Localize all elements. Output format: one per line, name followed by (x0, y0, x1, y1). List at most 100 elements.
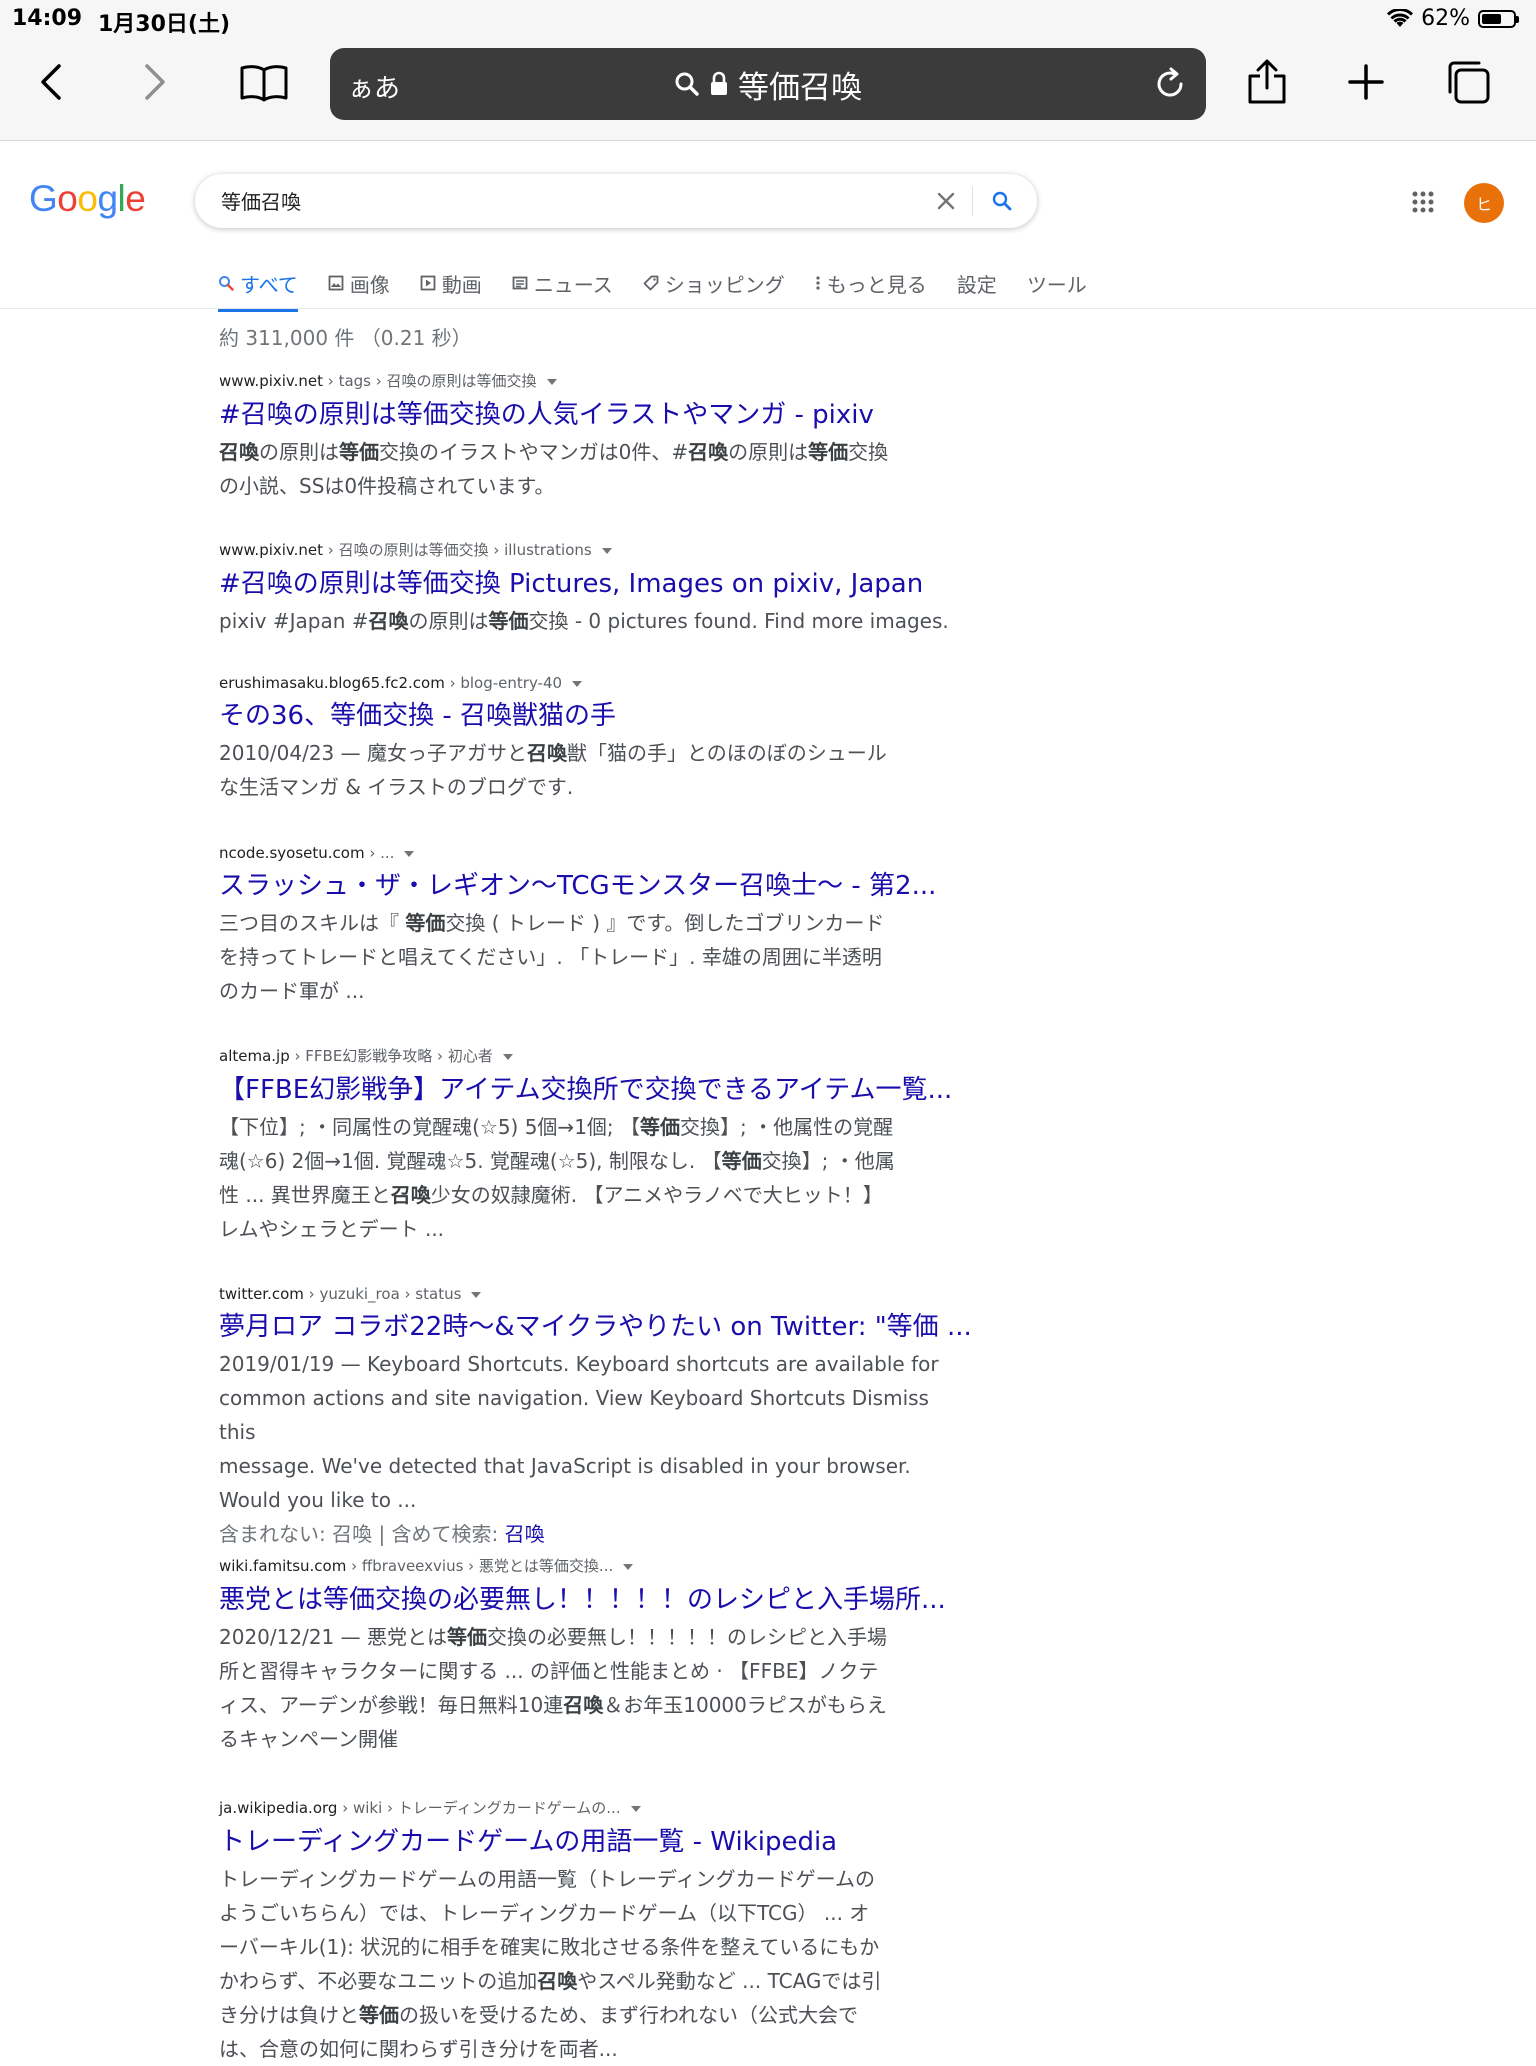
tab-videos[interactable]: 動画 (420, 268, 482, 298)
caret-down-icon[interactable] (601, 547, 612, 554)
keyword-highlight: 等価 (488, 609, 529, 633)
snippet-line: ーバーキル(1): 状況的に相手を確実に敗北させる条件を整えているにもか (219, 1935, 880, 1959)
search-result: www.pixiv.net › tags › 召喚の原則は等価交換 #召喚の原則は… (219, 370, 999, 503)
result-url[interactable]: ncode.syosetu.com › ... (219, 844, 999, 862)
caret-down-icon[interactable] (572, 680, 583, 687)
reload-icon (1157, 67, 1183, 97)
new-tab-button[interactable] (1338, 54, 1394, 110)
bookmarks-button[interactable] (236, 54, 292, 110)
search-result: wiki.famitsu.com › ffbraveexvius › 悪党とは等… (219, 1555, 999, 1756)
result-title-link[interactable]: スラッシュ・ザ・レギオン〜TCGモンスター召喚士〜 - 第2... (219, 868, 999, 904)
tab-more[interactable]: もっと見る (815, 268, 927, 298)
keyword-highlight: 等価 (405, 911, 446, 935)
keyword-highlight: 等価 (640, 1115, 681, 1139)
result-title-link[interactable]: 【FFBE幻影戦争】アイテム交換所で交換できるアイテム一覧... (219, 1072, 999, 1108)
snippet-line: 【下位】; ・同属性の覚醒魂(☆5) 5個→1個; 【等価交換】; ・他属性の覚… (219, 1115, 894, 1139)
result-url[interactable]: ja.wikipedia.org › wiki › トレーディングカードゲームの… (219, 1797, 999, 1818)
address-bar[interactable]: ぁあ 等価召喚 (330, 48, 1206, 120)
tab-label: ショッピング (664, 272, 785, 297)
result-snippet: 2020/12/21 — 悪党とは等価交換の必要無し！！！！！のレシピと入手場所… (219, 1620, 959, 1756)
result-domain: www.pixiv.net (219, 372, 324, 390)
result-title-link[interactable]: #召喚の原則は等価交換の人気イラストやマンガ - pixiv (219, 397, 999, 433)
snippet-line: 2019/01/19 — Keyboard Shortcuts. Keyboar… (219, 1352, 939, 1376)
result-url[interactable]: altema.jp › FFBE幻影戦争攻略 › 初心者 (219, 1045, 999, 1066)
result-domain: ncode.syosetu.com (219, 844, 365, 862)
snippet-line: common actions and site navigation. View… (219, 1386, 929, 1444)
more-vert-icon (816, 276, 820, 290)
snippet-line: 性 ... 異世界魔王と召喚少女の奴隷魔術. 【アニメやラノベで大ヒット！】 (219, 1183, 883, 1207)
tab-all[interactable]: すべて (218, 268, 298, 312)
keyword-highlight: 召喚 (688, 440, 729, 464)
url-display[interactable]: 等価召喚 (330, 48, 1206, 120)
tab-tools[interactable]: ツール (1027, 268, 1087, 298)
caret-down-icon[interactable] (630, 1805, 641, 1812)
tabs-overview-button[interactable] (1440, 54, 1496, 110)
google-apps-button[interactable] (1411, 190, 1435, 218)
battery-icon (1478, 9, 1519, 28)
book-icon (240, 65, 288, 102)
keyword-highlight: 等価 (339, 440, 379, 464)
search-result: www.pixiv.net › 召喚の原則は等価交換 › illustratio… (219, 539, 999, 638)
missing-terms: 含まれない: 召喚 | 含めて検索: 召喚 (219, 1517, 999, 1551)
plus-icon (1348, 64, 1384, 100)
clear-search-button[interactable] (931, 186, 961, 216)
tab-shopping[interactable]: ショッピング (643, 268, 785, 298)
snippet-line: るキャンペーン開催 (219, 1727, 398, 1751)
reload-button[interactable] (1150, 64, 1190, 108)
search-icon (992, 191, 1012, 211)
result-url[interactable]: www.pixiv.net › 召喚の原則は等価交換 › illustratio… (219, 539, 999, 560)
tab-news[interactable]: ニュース (512, 268, 613, 298)
google-logo[interactable]: Google (29, 178, 146, 220)
result-url[interactable]: twitter.com › yuzuki_roa › status (219, 1285, 999, 1303)
tab-label: 動画 (441, 272, 482, 297)
forward-button[interactable] (126, 54, 182, 110)
caret-down-icon[interactable] (546, 378, 557, 385)
image-icon (328, 275, 344, 291)
share-icon (1248, 59, 1286, 104)
tab-settings[interactable]: 設定 (957, 268, 997, 298)
keyword-highlight: 召喚 (368, 609, 409, 633)
result-url[interactable]: erushimasaku.blog65.fc2.com › blog-entry… (219, 674, 999, 692)
share-button[interactable] (1239, 54, 1295, 110)
logo-letter: g (97, 178, 118, 219)
result-stats: 約 311,000 件 （0.21 秒） (219, 326, 472, 350)
caret-down-icon[interactable] (471, 1291, 482, 1298)
snippet-line: を持ってトレードと唱えてください」. 「トレード」. 幸雄の周囲に半透明 (219, 945, 882, 969)
search-button[interactable] (987, 186, 1017, 216)
result-url[interactable]: wiki.famitsu.com › ffbraveexvius › 悪党とは等… (219, 1555, 999, 1576)
divider (972, 186, 973, 216)
status-indicators: 62% (1387, 6, 1519, 31)
snippet-line: な生活マンガ & イラストのブログです. (219, 775, 574, 799)
search-input[interactable] (219, 187, 823, 213)
search-icon (219, 276, 234, 291)
tabs-divider (0, 308, 1536, 309)
result-path: › blog-entry-40 (444, 674, 563, 692)
tab-label: 画像 (349, 272, 390, 297)
chevron-right-icon (145, 64, 165, 100)
result-domain: www.pixiv.net (219, 541, 324, 559)
result-title-link[interactable]: #召喚の原則は等価交換 Pictures, Images on pixiv, J… (219, 566, 999, 602)
video-icon (420, 275, 436, 291)
result-url[interactable]: www.pixiv.net › tags › 召喚の原則は等価交換 (219, 370, 999, 391)
result-title-link[interactable]: トレーディングカードゲームの用語一覧 - Wikipedia (219, 1824, 999, 1860)
avatar[interactable]: ヒ (1464, 183, 1504, 223)
tab-images[interactable]: 画像 (328, 268, 390, 298)
logo-letter: o (57, 178, 78, 219)
result-snippet: 召喚の原則は等価交換のイラストやマンガは0件、#召喚の原則は等価交換 の小説、SS… (219, 435, 959, 503)
back-button[interactable] (24, 54, 80, 110)
result-domain: twitter.com (219, 1285, 304, 1303)
caret-down-icon[interactable] (623, 1563, 634, 1570)
keyword-highlight: 等価 (447, 1625, 487, 1649)
result-title-link[interactable]: 夢月ロア コラボ22時〜&マイクラやりたい on Twitter: "等価 ..… (219, 1309, 999, 1345)
search-result: ncode.syosetu.com › ... スラッシュ・ザ・レギオン〜TCGモ… (219, 844, 999, 1008)
caret-down-icon[interactable] (502, 1053, 513, 1060)
result-title-link[interactable]: 悪党とは等価交換の必要無し！！！！！のレシピと入手場所... (219, 1582, 999, 1618)
keyword-highlight: 召喚 (390, 1183, 431, 1207)
caret-down-icon[interactable] (404, 850, 415, 857)
result-title-link[interactable]: その36、等価交換 - 召喚獣猫の手 (219, 698, 999, 734)
result-path: › FFBE幻影戦争攻略 › 初心者 (289, 1047, 493, 1065)
result-domain: wiki.famitsu.com (219, 1557, 347, 1575)
snippet-line: Would you like to ... (219, 1488, 417, 1512)
snippet-line: の小説、SSは0件投稿されています。 (219, 474, 555, 498)
search-with-term-link[interactable]: 召喚 (505, 1522, 545, 1546)
